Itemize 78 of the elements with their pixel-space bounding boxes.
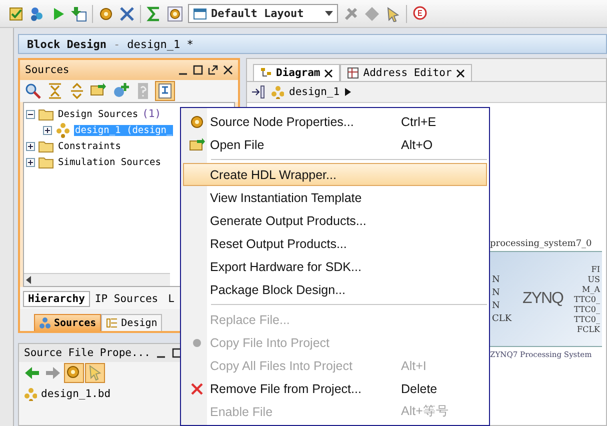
pin-label: FCLK	[577, 324, 600, 334]
zynq-logo: ZYNQ	[522, 290, 563, 308]
download-icon[interactable]	[71, 6, 87, 22]
ip-block[interactable]: N N N CLK ZYNQ FI US M_A TTC0_ TTC0_ TTC0_ FCLK	[490, 251, 602, 347]
scroll-left-icon[interactable]	[24, 275, 34, 285]
open-file-icon	[189, 136, 205, 152]
item-count: (1)	[142, 108, 162, 120]
close-icon[interactable]	[223, 65, 233, 75]
settings-icon[interactable]	[167, 6, 183, 22]
close-icon[interactable]	[456, 68, 465, 78]
hierarchy-icon	[270, 85, 284, 99]
panel-title: Source File Prope...	[24, 347, 150, 359]
remove-icon	[189, 380, 205, 396]
horizontal-scrollbar[interactable]	[24, 273, 170, 286]
add-sources-icon[interactable]	[112, 82, 130, 100]
menu-item[interactable]: Reset Output Products...	[183, 232, 487, 255]
back-arrow-icon[interactable]	[23, 364, 41, 382]
panel-tab[interactable]: Sources	[34, 314, 102, 331]
dropdown-arrow-icon	[325, 11, 333, 16]
expand-toggle-icon[interactable]	[43, 126, 52, 134]
menu-item[interactable]: Export Hardware for SDK...	[183, 255, 487, 278]
menu-item[interactable]: Generate Output Products...	[183, 209, 487, 232]
expand-arrow-icon[interactable]	[344, 88, 351, 96]
menu-item[interactable]: Source Node Properties... Ctrl+E	[183, 110, 487, 133]
collapse-all-icon[interactable]	[46, 82, 64, 100]
gear-icon[interactable]	[98, 6, 114, 22]
float-window-icon[interactable]	[208, 65, 218, 75]
menu-item[interactable]: Remove File from Project... Delete	[183, 377, 487, 400]
tree-item[interactable]: Constraints	[57, 140, 122, 152]
view-tab[interactable]: L	[163, 291, 180, 307]
forward-arrow-icon[interactable]	[44, 364, 62, 382]
checkmark-icon[interactable]	[8, 6, 24, 22]
maximize-icon[interactable]	[193, 65, 203, 75]
collapse-toggle-icon[interactable]	[26, 110, 35, 118]
pin-label: US	[588, 274, 600, 284]
panel-title: Block Design	[27, 38, 106, 50]
pin-label: TTC0_	[574, 294, 600, 304]
expand-toggle-icon[interactable]	[26, 158, 35, 166]
block-name: processing_system7_0	[490, 239, 593, 249]
layout-icon	[193, 8, 207, 20]
cluster-icon[interactable]	[29, 6, 45, 22]
expand-toggle-icon[interactable]	[26, 142, 35, 150]
diagram-icon	[260, 67, 272, 79]
panel-title: Sources	[25, 64, 70, 76]
design-name: design_1 *	[127, 38, 194, 50]
view-tab[interactable]: Hierarchy	[23, 291, 90, 307]
collapse-panel-icon[interactable]	[251, 85, 265, 99]
menu-item[interactable]: View Instantiation Template	[183, 186, 487, 209]
pointer-icon[interactable]	[385, 6, 401, 22]
layout-dropdown[interactable]: Default Layout	[188, 4, 338, 23]
pin-label: FI	[591, 264, 600, 274]
search-icon[interactable]	[24, 82, 42, 100]
gear-icon[interactable]	[65, 364, 83, 382]
hierarchy-icon	[55, 122, 71, 138]
sigma-icon[interactable]	[146, 6, 162, 22]
title-separator: -	[113, 38, 120, 50]
view-tab[interactable]: IP Sources	[90, 291, 164, 307]
pin-label: N	[492, 288, 501, 298]
gear-icon	[189, 114, 205, 130]
file-name: design_1.bd	[41, 388, 111, 400]
pin-label: TTC0_	[574, 304, 600, 314]
pin-label: M_A	[582, 284, 600, 294]
pin-label: N	[492, 274, 501, 284]
pin-label: N	[492, 300, 501, 310]
menu-item[interactable]: Package Block Design...	[183, 278, 487, 301]
pin-label: TTC0_	[574, 314, 600, 324]
panel-tab[interactable]: Design	[101, 314, 162, 331]
list-icon	[106, 317, 118, 329]
menu-item[interactable]: Open File Alt+O	[183, 133, 487, 156]
tree-item[interactable]: Simulation Sources	[57, 156, 162, 168]
menu-item[interactable]: Create HDL Wrapper...	[183, 163, 487, 186]
hierarchy-icon	[39, 317, 51, 329]
hierarchy-icon	[23, 387, 37, 401]
close-icon[interactable]	[324, 68, 334, 78]
breadcrumb-item[interactable]: design_1	[289, 86, 340, 98]
pin-label: CLK	[492, 314, 512, 324]
tree-item[interactable]: Design Sources	[57, 108, 140, 120]
expand-all-icon[interactable]	[68, 82, 86, 100]
